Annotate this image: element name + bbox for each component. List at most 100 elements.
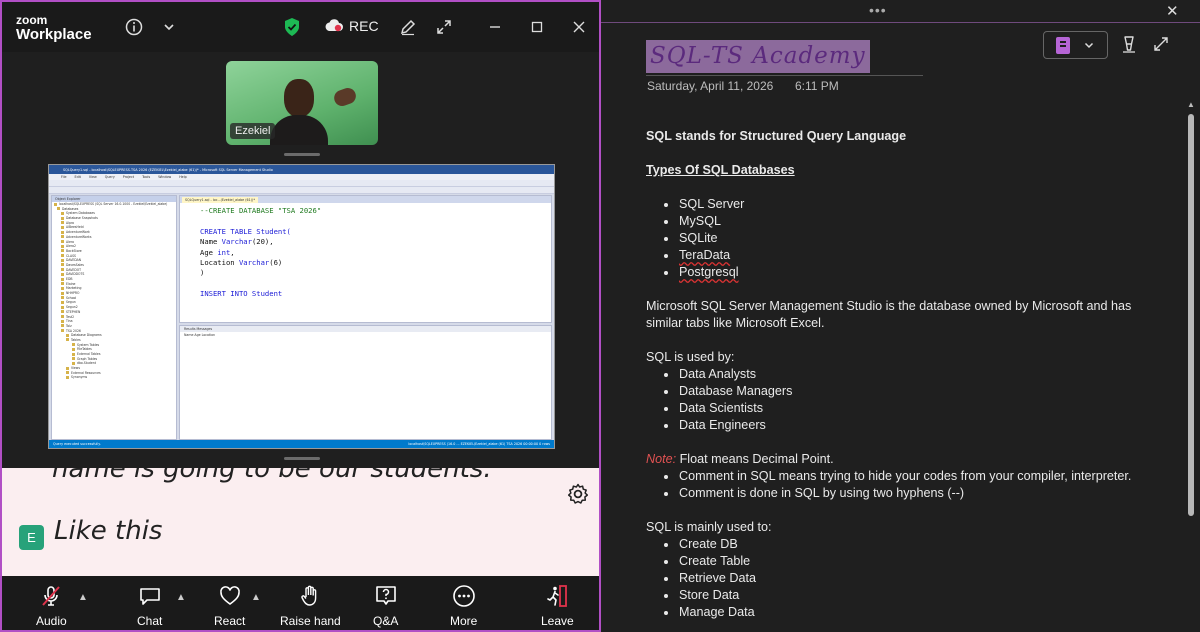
share-resize-grip[interactable]	[284, 457, 320, 460]
tree-node-label: AdventureWorks	[66, 234, 92, 239]
list-item-text: Database Managers	[679, 384, 793, 398]
list-item-text: Store Data	[679, 588, 740, 602]
tree-node-label: Tina	[66, 319, 73, 324]
expand-icon[interactable]	[1152, 35, 1170, 53]
raise-hand-label: Raise hand	[280, 614, 341, 628]
tree-node-label: EDB	[66, 277, 73, 281]
folder-icon	[61, 296, 64, 300]
tree-node-label: Segun2	[66, 305, 78, 310]
note-line: Note: Float means Decimal Point.	[646, 451, 1151, 468]
minimize-icon[interactable]	[484, 16, 506, 38]
raise-hand-icon	[301, 585, 317, 606]
tree-node-label: BackStore	[66, 248, 82, 253]
folder-icon	[61, 249, 64, 253]
gear-icon[interactable]	[566, 482, 590, 506]
ssms-paragraph: Microsoft SQL Server Management Studio i…	[646, 299, 1132, 330]
folder-icon	[61, 282, 64, 286]
tree-node-label: Graph Tables	[77, 356, 98, 361]
tree-node-label: TSA 2026	[66, 328, 81, 333]
code-line: Location Varchar(6)	[200, 257, 283, 267]
tree-node-label: Alero2	[66, 244, 76, 249]
list-item-text: SQL Server	[679, 197, 745, 211]
chevron-down-icon	[1084, 42, 1093, 49]
more-dots-icon	[452, 585, 475, 607]
folder-icon	[57, 207, 60, 211]
maximize-icon[interactable]	[526, 16, 548, 38]
tree-node-label: System Databases	[66, 211, 95, 216]
code-line: Name Varchar(20),	[200, 237, 274, 247]
title-underline	[646, 75, 923, 76]
intro-line: SQL stands for Structured Query Language	[646, 129, 907, 143]
query-tab: SQLQuery1.sql - loc...(Ezekiel_alabe (61…	[182, 196, 258, 203]
tree-node-label: Tolz	[66, 323, 72, 328]
audio-options-caret[interactable]: ▲	[78, 592, 88, 603]
list-item-text: Comment in SQL means trying to hide your…	[679, 469, 1132, 483]
leave-button[interactable]: Leave	[541, 584, 574, 628]
onenote-close-icon[interactable]: ✕	[1166, 2, 1179, 20]
raise-hand-button[interactable]: Raise hand	[280, 584, 341, 628]
zoom-titlebar: zoom Workplace REC	[2, 2, 599, 52]
note-content[interactable]: SQL stands for Structured Query Language…	[646, 128, 1151, 621]
list-item: Data Engineers	[662, 417, 1151, 434]
recording-indicator[interactable]: REC	[324, 18, 379, 34]
audio-button[interactable]: Audio	[36, 584, 67, 628]
titlebar-divider	[601, 22, 1200, 23]
info-icon[interactable]	[123, 16, 145, 38]
react-options-caret[interactable]: ▲	[251, 592, 261, 603]
participant-video[interactable]: Ezekiel	[226, 61, 378, 145]
ssms-menu-item: View	[88, 175, 97, 179]
qa-label: Q&A	[373, 614, 399, 628]
list-item: Manage Data	[662, 604, 1151, 621]
tree-node-label: Views	[71, 366, 80, 371]
video-resize-grip[interactable]	[284, 153, 320, 156]
ssms-menu-item: Edit	[74, 175, 81, 179]
scroll-up-arrow[interactable]: ▲	[1187, 100, 1195, 109]
more-button[interactable]: More	[450, 584, 477, 628]
annotate-pen-icon[interactable]	[397, 16, 419, 38]
folder-icon	[61, 310, 64, 314]
results-pane: Results Messages Name Age Location	[179, 325, 552, 440]
ssms-body: Object Explorer localhost\SQLEXPRESS (SQ…	[49, 195, 554, 440]
vertical-scrollbar[interactable]: ▲	[1187, 100, 1195, 632]
shield-check-icon[interactable]	[281, 16, 303, 38]
note-bullets: Comment in SQL means trying to hide your…	[646, 468, 1151, 502]
chat-label: Chat	[137, 614, 163, 628]
ssms-toolbar-1	[49, 180, 554, 187]
tree-node-label: Synonyms	[71, 375, 88, 380]
tree-node-label: NHHPRO	[66, 291, 80, 296]
chat-options-caret[interactable]: ▲	[176, 592, 186, 603]
tree-node-label: Elaine	[66, 281, 76, 286]
list-item: Database Managers	[662, 383, 1151, 400]
list-item: Retrieve Data	[662, 570, 1151, 587]
list-item-text: MySQL	[679, 214, 721, 228]
chat-button[interactable]: Chat	[137, 584, 162, 628]
tree-node-label: STEPHEN	[66, 309, 81, 314]
expand-icon[interactable]	[433, 16, 455, 38]
caption-current: Like this	[54, 516, 163, 546]
zoom-logo-line1: zoom	[16, 13, 48, 27]
folder-icon	[61, 305, 64, 309]
qa-button[interactable]: Q&A	[373, 584, 398, 628]
list-item: Create Table	[662, 553, 1151, 570]
code-line: --CREATE DATABASE "TSA 2026"	[200, 206, 322, 215]
folder-icon	[61, 263, 64, 267]
scroll-thumb[interactable]	[1188, 114, 1194, 516]
cloud-record-icon	[325, 19, 343, 32]
meeting-toolbar: Audio ▲ Chat ▲ React ▲ Raise hand Q&A Mo…	[2, 576, 599, 630]
highlighter-icon[interactable]	[1119, 34, 1139, 54]
close-icon[interactable]	[568, 16, 590, 38]
tree-node-label: External Tables	[77, 352, 101, 356]
notebook-selector-button[interactable]	[1043, 31, 1108, 59]
react-button[interactable]: React	[214, 584, 245, 628]
chevron-down-icon[interactable]	[158, 16, 180, 38]
desktop: zoom Workplace REC Ezekiel SQLQuery1.sql…	[0, 0, 1200, 632]
query-editor: SQLQuery1.sql - loc...(Ezekiel_alabe (61…	[179, 195, 552, 323]
window-drag-dots[interactable]: •••	[869, 2, 887, 18]
tree-node-label: localhost\SQLEXPRESS (SQL Server 16.0.10…	[59, 202, 168, 206]
captions-panel: name is going to be our students. E Like…	[2, 468, 599, 576]
list-item: Data Scientists	[662, 400, 1151, 417]
shared-screen[interactable]: SQLQuery1.sql - localhost\SQLEXPRESS.TSA…	[48, 164, 555, 449]
list-item: Store Data	[662, 587, 1151, 604]
types-list: SQL Server MySQL SQLite TeraData Postgresql	[646, 196, 1151, 281]
page-title[interactable]: SQL-TS Academy	[646, 40, 870, 73]
